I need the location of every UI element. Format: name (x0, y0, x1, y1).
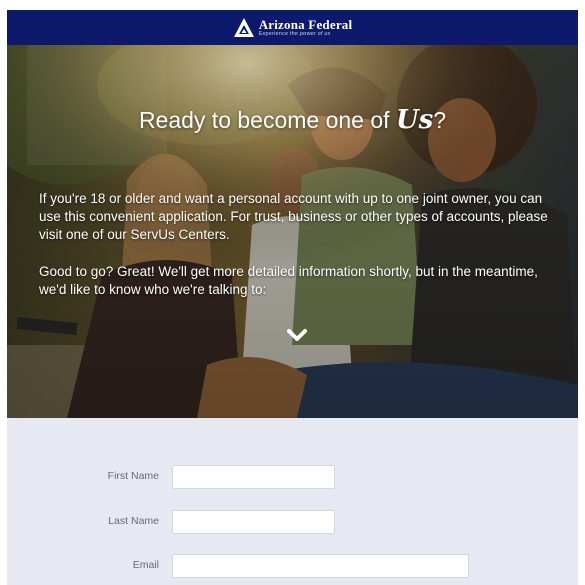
hero-title: Ready to become one of Us? (138, 105, 447, 135)
first-name-label: First Name (107, 470, 159, 482)
first-name-row: First Name (7, 465, 578, 489)
hero-banner: Ready to become one of Us? If you're 18 … (7, 45, 578, 418)
brand-name: Arizona Federal (258, 16, 353, 32)
last-name-row: Last Name (7, 510, 578, 534)
email-label: Email (132, 559, 159, 571)
email-field[interactable] (172, 554, 469, 578)
first-name-field[interactable] (172, 465, 335, 489)
site-header: Arizona Federal Experience the power of … (7, 10, 578, 45)
intro-paragraph: Good to go? Great! We'll get more detail… (39, 264, 538, 297)
brand-logo[interactable]: Arizona Federal Experience the power of … (233, 17, 353, 39)
last-name-label: Last Name (108, 515, 159, 527)
arizona-federal-logo-icon (233, 17, 254, 37)
eligibility-paragraph: If you're 18 or older and want a persona… (39, 191, 548, 242)
last-name-field[interactable] (172, 510, 335, 534)
email-row: Email (7, 554, 578, 578)
page-frame: Arizona Federal Experience the power of … (7, 10, 578, 585)
chevron-down-icon[interactable] (286, 328, 308, 342)
applicant-form: First Name Last Name Email (7, 418, 578, 585)
brand-tagline: Experience the power of us (258, 30, 331, 37)
